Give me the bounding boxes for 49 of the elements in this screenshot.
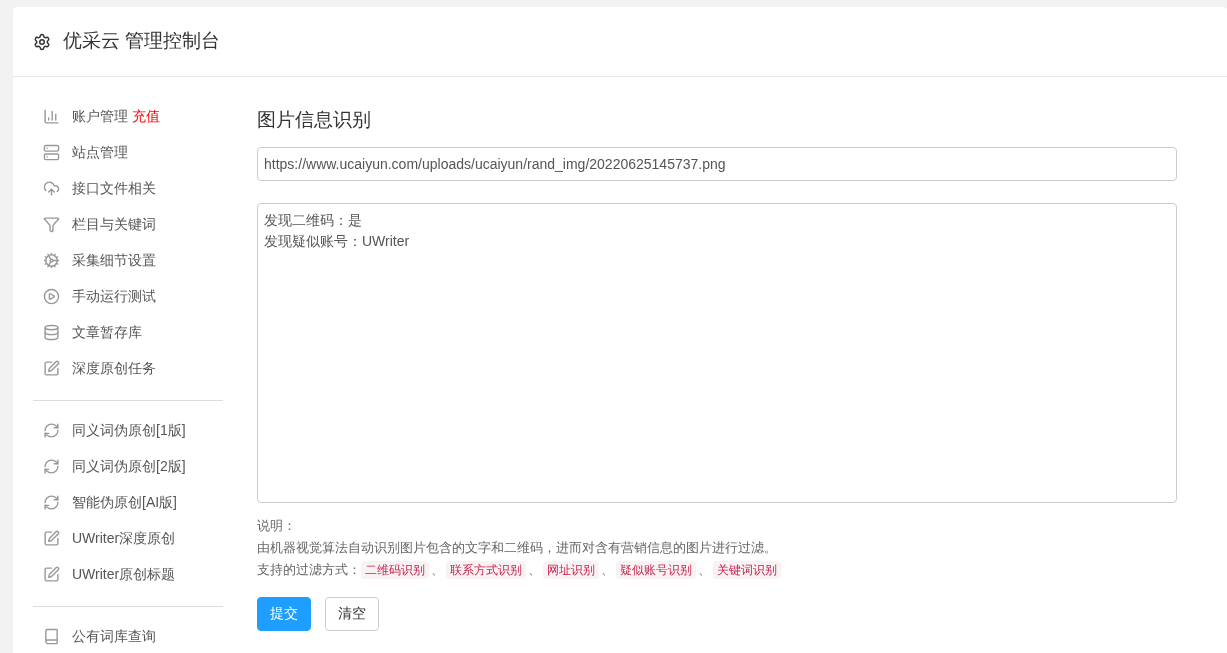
filter-tag: 疑似账号识别 bbox=[616, 560, 696, 579]
book-icon bbox=[43, 627, 60, 645]
edit-icon bbox=[43, 565, 60, 583]
console-title: 优采云 管理控制台 bbox=[63, 29, 221, 54]
sidebar-item[interactable]: 深度原创任务 bbox=[72, 357, 156, 379]
edit-icon bbox=[43, 359, 60, 377]
refresh-icon bbox=[43, 457, 60, 475]
filters-label: 支持的过滤方式： bbox=[257, 560, 361, 579]
notes-description: 由机器视觉算法自动识别图片包含的文字和二维码，进而对含有营销信息的图片进行过滤。 bbox=[257, 538, 777, 557]
sidebar-item[interactable]: 公有词库查询 bbox=[72, 625, 156, 647]
filter-tag: 联系方式识别 bbox=[446, 560, 526, 579]
sidebar-item[interactable]: 同义词伪原创[2版] bbox=[72, 455, 186, 477]
database-icon bbox=[43, 323, 60, 341]
sidebar-item[interactable]: UWriter深度原创 bbox=[72, 527, 176, 549]
url-field[interactable]: https://www.ucaiyun.com/uploads/ucaiyun/rand_img/20220625145737.png bbox=[257, 146, 1177, 181]
filter-tag: 网址识别 bbox=[543, 560, 599, 579]
filter-tag: 关键词识别 bbox=[713, 560, 781, 579]
filter-icon bbox=[43, 215, 60, 233]
notes-heading: 说明： bbox=[257, 516, 296, 535]
cloud-upload-icon bbox=[43, 179, 60, 197]
bar-chart-icon bbox=[43, 107, 60, 125]
result-box[interactable]: 发现二维码：是 发现疑似账号：UWriter bbox=[257, 202, 1177, 503]
filter-tag: 二维码识别 bbox=[361, 560, 429, 579]
sidebar-item[interactable]: 栏目与关键词 bbox=[72, 213, 156, 235]
sidebar-item[interactable]: 文章暂存库 bbox=[72, 321, 142, 343]
settings-icon bbox=[33, 32, 51, 51]
result-line: 发现二维码：是 bbox=[264, 210, 363, 230]
result-line: 发现疑似账号：UWriter bbox=[264, 231, 411, 251]
sidebar-item[interactable]: UWriter原创标题 bbox=[72, 563, 176, 585]
sidebar-item[interactable]: 采集细节设置 bbox=[72, 249, 156, 271]
sidebar-item[interactable]: 接口文件相关 bbox=[72, 177, 156, 199]
sidebar-item[interactable]: 智能伪原创[AI版] bbox=[72, 491, 177, 513]
server-icon bbox=[43, 143, 60, 161]
sidebar-item[interactable]: 同义词伪原创[1版] bbox=[72, 419, 186, 441]
page-title: 图片信息识别 bbox=[257, 108, 372, 132]
separator-mark: 、 bbox=[527, 560, 542, 579]
refresh-icon bbox=[43, 493, 60, 511]
clear-button[interactable]: 清空 bbox=[325, 596, 379, 631]
sidebar-item[interactable]: 账户管理 bbox=[72, 105, 128, 127]
sidebar-item[interactable]: 手动运行测试 bbox=[72, 285, 156, 307]
play-icon bbox=[43, 287, 60, 305]
recharge-link[interactable]: 充值 bbox=[132, 105, 160, 127]
separator-mark: 、 bbox=[430, 560, 445, 579]
sidebar-item[interactable]: 站点管理 bbox=[72, 141, 128, 163]
separator-mark: 、 bbox=[697, 560, 712, 579]
separator-mark: 、 bbox=[600, 560, 615, 579]
edit-icon bbox=[43, 529, 60, 547]
gear-icon bbox=[43, 251, 60, 269]
refresh-icon bbox=[43, 421, 60, 439]
